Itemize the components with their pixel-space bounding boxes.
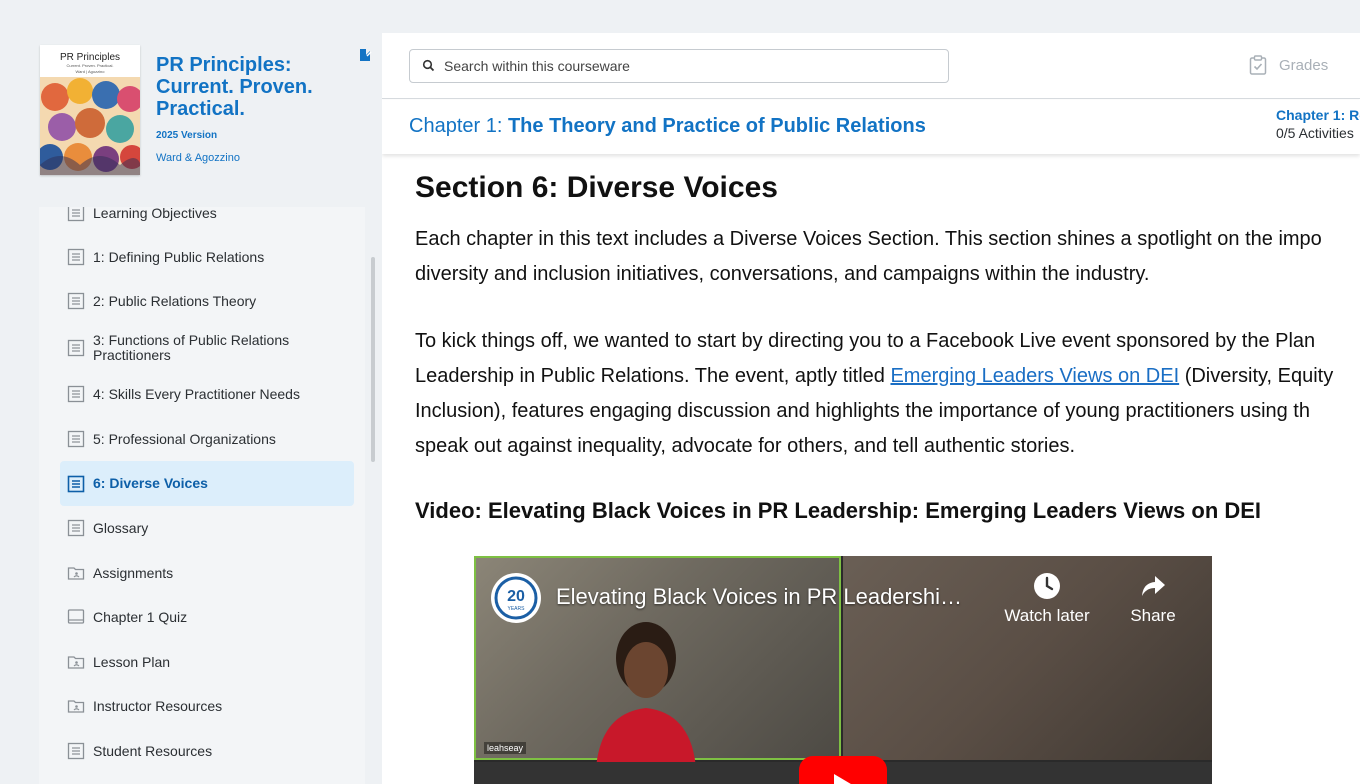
document-icon (67, 339, 85, 357)
grades-button[interactable]: Grades (1249, 55, 1328, 75)
toc-item-public-relations-theory[interactable]: 2: Public Relations Theory (60, 289, 354, 313)
book-version: 2025 Version (156, 130, 218, 141)
sidebar: PR Principles Current. Proven. Practical… (0, 0, 382, 784)
toc-item-student-resources[interactable]: Student Resources (60, 739, 354, 763)
folder-icon (67, 700, 85, 713)
document-icon (67, 475, 85, 492)
search-box[interactable] (409, 49, 949, 83)
chapter-progress-count: 0/5 Activities (1276, 125, 1354, 141)
watch-later-label: Watch later (1004, 606, 1090, 625)
grades-label: Grades (1279, 56, 1329, 74)
toc-item-label: 1: Defining Public Relations (93, 248, 265, 265)
search-icon (422, 59, 435, 72)
book-title[interactable]: PR Principles: Current. Proven. Practica… (156, 54, 356, 120)
cover-authors: Ward | Agozzino (75, 69, 105, 74)
paragraph-intro: Each chapter in this text includes a Div… (415, 222, 1360, 292)
paragraph-event: To kick things off, we wanted to start b… (415, 324, 1360, 464)
paragraph-line: Each chapter in this text includes a Div… (415, 228, 1322, 250)
watch-later-button[interactable]: Watch later (999, 572, 1095, 626)
toc-item-label: 3: Functions of Public Relations Practit… (93, 332, 290, 363)
paragraph-line: Inclusion), features engaging discussion… (415, 400, 1310, 422)
toc-scrollbar[interactable] (371, 257, 375, 462)
toc-item-label: Learning Objectives (93, 207, 217, 221)
paragraph-line: speak out against inequality, advocate f… (415, 435, 1076, 457)
chapter-progress[interactable]: Chapter 1: Re 0/5 Activities (1276, 106, 1360, 142)
book-authors: Ward & Agozzino (156, 152, 240, 164)
toc-item-label: Instructor Resources (93, 697, 223, 714)
chapter-prefix: Chapter 1: (409, 115, 508, 137)
top-bar: Grades (382, 33, 1360, 99)
toc-item-chapter-1-quiz[interactable]: Chapter 1 Quiz (60, 605, 354, 629)
toc-item-label: 5: Professional Organizations (93, 430, 276, 447)
toc-item-label: 4: Skills Every Practitioner Needs (93, 385, 300, 402)
document-icon (67, 519, 85, 537)
document-icon (67, 385, 85, 403)
cover-title: PR Principles (59, 52, 121, 63)
toc-item-assignments[interactable]: Assignments (60, 561, 354, 585)
logo-number: 20 (507, 588, 525, 605)
logo-sub: YEARS (508, 606, 526, 612)
toc-item-lesson-plan[interactable]: Lesson Plan (60, 650, 354, 674)
search-input[interactable] (444, 58, 924, 74)
section-body: Section 6: Diverse Voices Each chapter i… (415, 168, 1360, 526)
toc-item-label: Chapter 1 Quiz (93, 608, 188, 625)
toc-item-label: Assignments (93, 564, 174, 581)
cover-illustration (40, 77, 140, 175)
toc-item-skills-every-practitioner-needs[interactable]: 4: Skills Every Practitioner Needs (60, 382, 354, 406)
toc-item-defining-public-relations[interactable]: 1: Defining Public Relations (60, 245, 354, 269)
document-icon (67, 207, 85, 222)
toc-item-learning-objectives[interactable]: Learning Objectives (60, 207, 354, 225)
channel-logo-icon[interactable]: 20 YEARS (490, 572, 542, 624)
clipboard-check-icon (1249, 55, 1267, 75)
emerging-leaders-link[interactable]: Emerging Leaders Views on DEI (890, 365, 1179, 387)
video-player[interactable]: leahseay ye 20 YEARS Elevating Black Voi… (474, 556, 1212, 784)
text-segment: Leadership in Public Relations. The even… (415, 365, 891, 387)
section-title: Section 6: Diverse Voices (415, 171, 778, 204)
share-label: Share (1130, 606, 1176, 625)
toc-item-label: Glossary (93, 519, 149, 536)
paragraph-line: Leadership in Public Relations. The even… (415, 359, 1360, 394)
document-icon (67, 248, 85, 266)
participant-name-tag: leahseay (484, 742, 527, 754)
video-heading: Video: Elevating Black Voices in PR Lead… (415, 498, 1262, 523)
folder-icon (67, 567, 85, 580)
toc-item-glossary[interactable]: Glossary (60, 516, 354, 540)
toc-item-label: 6: Diverse Voices (93, 475, 208, 491)
book-cover-image: PR Principles Current. Proven. Practical… (40, 45, 140, 175)
chapter-header: Chapter 1: The Theory and Practice of Pu… (382, 100, 1360, 154)
folder-icon (67, 656, 85, 669)
share-button[interactable]: Share (1118, 572, 1188, 626)
participant-figure (596, 622, 696, 768)
collapse-sidebar-icon[interactable] (358, 47, 372, 63)
chapter-name: The Theory and Practice of Public Relati… (507, 115, 926, 137)
toc-item-functions-of-pr-practitioners[interactable]: 3: Functions of Public Relations Practit… (60, 331, 354, 365)
video-title[interactable]: Elevating Black Voices in PR Leadershi… (556, 584, 962, 610)
toc-item-diverse-voices[interactable]: 6: Diverse Voices (60, 461, 354, 506)
clock-icon (1034, 573, 1060, 599)
chapter-title: Chapter 1: The Theory and Practice of Pu… (409, 115, 926, 138)
quiz-icon (67, 609, 85, 624)
main-content: Grades Chapter 1: The Theory and Practic… (382, 33, 1360, 784)
text-segment: (Diversity, Equity (1179, 365, 1334, 387)
toc-item-professional-organizations[interactable]: 5: Professional Organizations (60, 427, 354, 451)
toc-item-label: Lesson Plan (93, 653, 171, 670)
toc-item-instructor-resources[interactable]: Instructor Resources (60, 694, 354, 718)
toc-item-label: Student Resources (93, 742, 213, 759)
share-arrow-icon (1142, 576, 1165, 596)
paragraph-line: To kick things off, we wanted to start b… (415, 330, 1316, 352)
toc-item-label: 2: Public Relations Theory (93, 292, 257, 309)
table-of-contents: Learning Objectives 1: Defining Public R… (39, 207, 365, 784)
paragraph-line: diversity and inclusion initiatives, con… (415, 263, 1150, 285)
document-icon (67, 292, 85, 310)
chapter-progress-title: Chapter 1: Re (1276, 107, 1360, 123)
play-button-icon[interactable] (799, 756, 887, 784)
document-icon (67, 742, 85, 760)
document-icon (67, 430, 85, 448)
